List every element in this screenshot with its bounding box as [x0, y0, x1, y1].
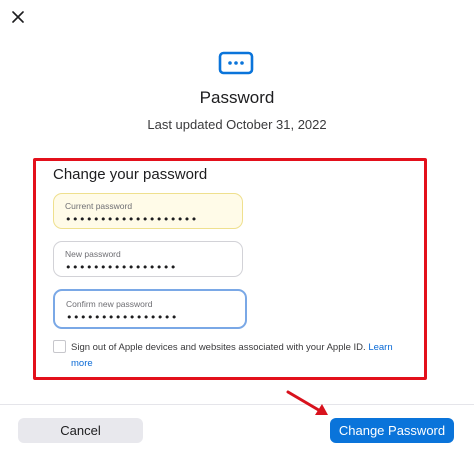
current-password-field[interactable]: Current password ••••••••••••••••••• [53, 193, 243, 229]
close-icon [12, 11, 24, 23]
current-password-label: Current password [65, 201, 133, 211]
page-title: Password [199, 88, 275, 107]
new-password-field[interactable]: New password •••••••••••••••• [53, 241, 243, 277]
annotation-arrow-icon [286, 390, 328, 415]
last-updated-text: Last updated October 31, 2022 [147, 117, 327, 132]
signout-label: Sign out of Apple devices and websites a… [71, 340, 416, 372]
new-password-value: •••••••••••••••• [65, 261, 177, 274]
confirm-password-field[interactable]: Confirm new password •••••••••••••••• [53, 289, 247, 329]
close-button[interactable] [9, 8, 27, 26]
change-password-button[interactable]: Change Password [330, 418, 454, 443]
signout-checkbox[interactable] [53, 340, 66, 353]
confirm-password-value: •••••••••••••••• [66, 311, 178, 324]
signout-text: Sign out of Apple devices and websites a… [71, 342, 366, 353]
footer-divider [0, 404, 474, 405]
password-dots-icon [218, 51, 254, 75]
cancel-button[interactable]: Cancel [18, 418, 143, 443]
current-password-value: ••••••••••••••••••• [65, 213, 198, 226]
new-password-label: New password [65, 249, 121, 259]
confirm-password-label: Confirm new password [66, 299, 153, 309]
section-title: Change your password [53, 166, 208, 183]
